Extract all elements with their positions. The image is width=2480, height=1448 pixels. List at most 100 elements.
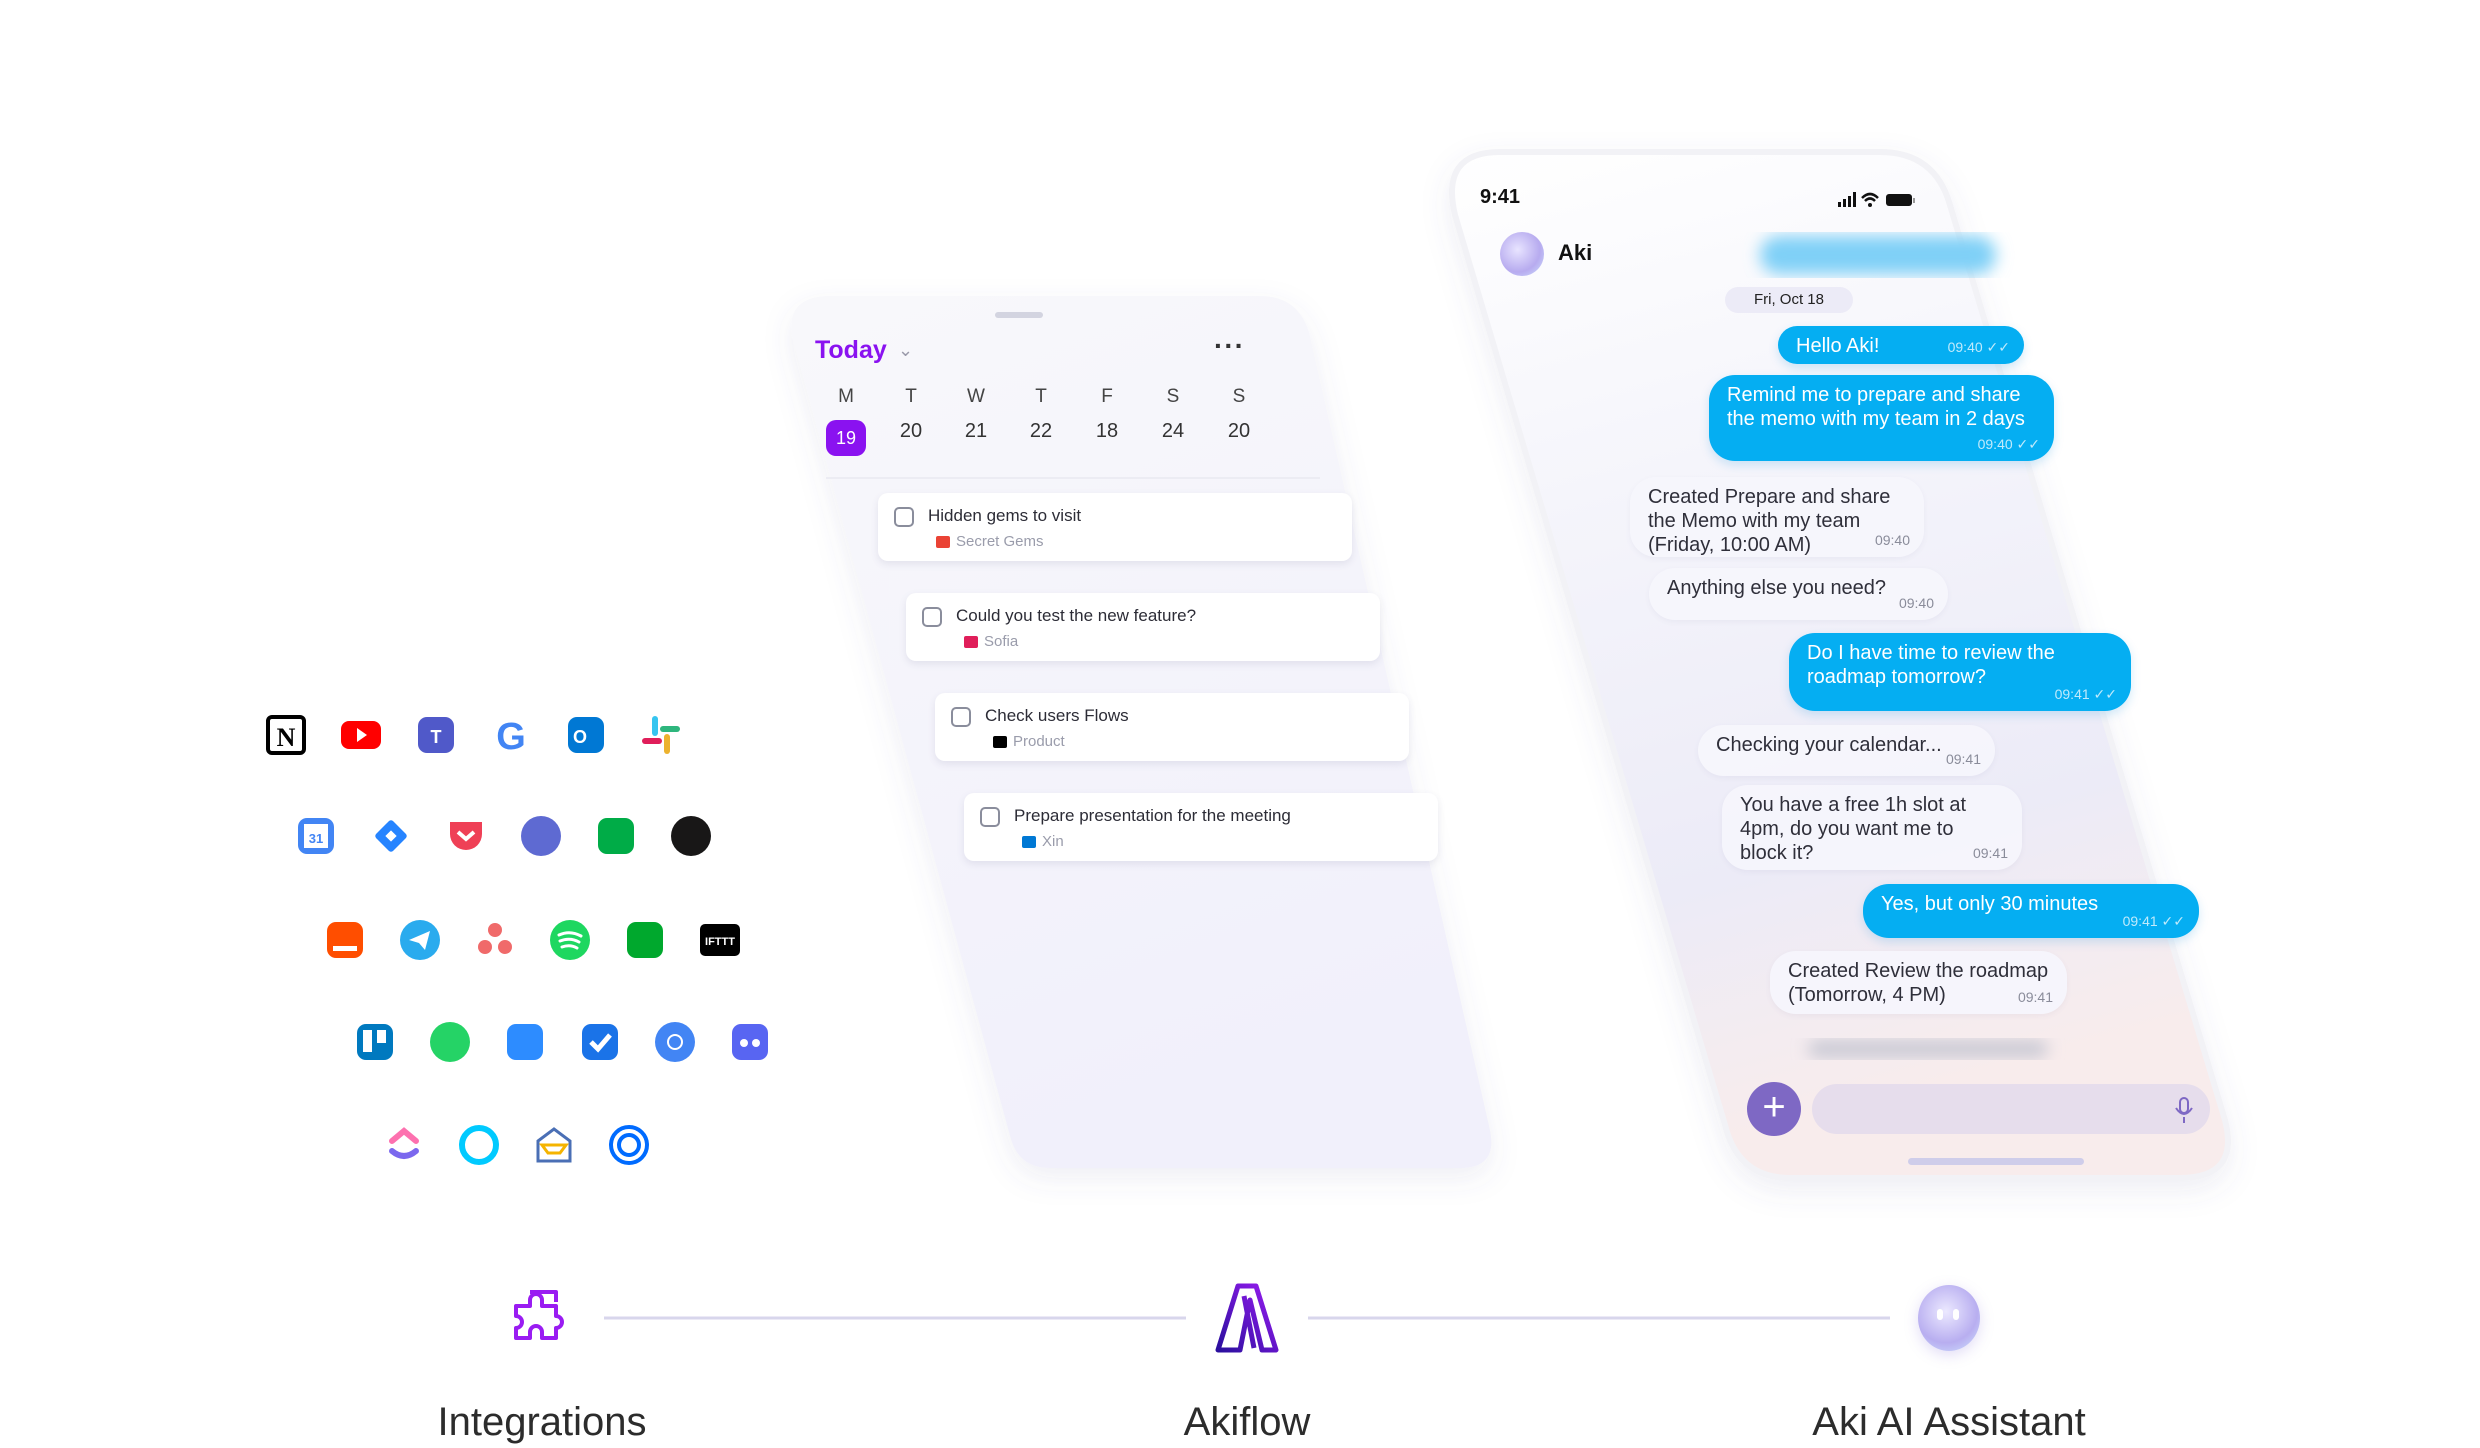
message-text: Remind me to prepare and share the memo … bbox=[1727, 384, 2025, 430]
google-calendar-icon[interactable]: 31 bbox=[290, 810, 342, 862]
message-time: 09:41 ✓✓ bbox=[2122, 913, 2185, 929]
trello-icon[interactable] bbox=[349, 1016, 401, 1068]
orange-inbox-icon[interactable] bbox=[319, 914, 371, 966]
linear-icon[interactable] bbox=[515, 810, 567, 862]
message-text: Checking your calendar... bbox=[1716, 734, 1942, 756]
google-icon[interactable]: G bbox=[485, 709, 537, 761]
message-time: 09:40 bbox=[1898, 595, 1934, 611]
chevron-down-icon[interactable]: ⌄ bbox=[898, 340, 913, 361]
chrome-glyph bbox=[655, 1022, 695, 1062]
task-check-glyph bbox=[582, 1024, 618, 1060]
task-card[interactable]: Prepare presentation for the meeting Xin bbox=[964, 793, 1438, 861]
task-check-icon[interactable] bbox=[574, 1016, 626, 1068]
spotify-icon[interactable] bbox=[544, 914, 596, 966]
outlook-icon[interactable]: O bbox=[560, 709, 612, 761]
today-title[interactable]: Today bbox=[815, 336, 887, 365]
chrome-icon[interactable] bbox=[649, 1016, 701, 1068]
spotify-glyph bbox=[550, 920, 590, 960]
message-time: 09:40 ✓✓ bbox=[1947, 339, 2010, 355]
home-indicator bbox=[1908, 1158, 2084, 1165]
alexa-icon[interactable] bbox=[453, 1119, 505, 1171]
alexa-glyph bbox=[459, 1125, 499, 1165]
github-icon[interactable] bbox=[665, 810, 717, 862]
message-time: 09:40 bbox=[1874, 532, 1910, 548]
task-title: Check users Flows bbox=[985, 706, 1129, 725]
task-card[interactable]: Check users Flows Product bbox=[935, 693, 1409, 761]
date-cell[interactable]: 20 bbox=[891, 420, 931, 443]
notion-glyph: N bbox=[266, 715, 306, 755]
date-cell[interactable]: 21 bbox=[956, 420, 996, 443]
calendly-icon[interactable] bbox=[603, 1119, 655, 1171]
zoom-icon[interactable] bbox=[499, 1016, 551, 1068]
svg-text:N: N bbox=[277, 723, 296, 752]
task-checkbox[interactable] bbox=[951, 707, 971, 727]
weekday-label: T bbox=[1035, 386, 1047, 407]
message-text: Do I have time to review the roadmap tom… bbox=[1807, 642, 2055, 688]
trello-glyph bbox=[357, 1024, 393, 1060]
github-glyph bbox=[671, 816, 711, 856]
date-cell[interactable]: 20 bbox=[1219, 420, 1259, 443]
microphone-icon[interactable] bbox=[2174, 1096, 2194, 1124]
task-checkbox[interactable] bbox=[894, 507, 914, 527]
jira-glyph bbox=[375, 820, 407, 852]
pocket-icon[interactable] bbox=[440, 810, 492, 862]
message-text: Yes, but only 30 minutes bbox=[1881, 893, 2099, 915]
task-checkbox[interactable] bbox=[922, 607, 942, 627]
message-text: Hello Aki! bbox=[1796, 335, 1880, 357]
task-checkbox[interactable] bbox=[980, 807, 1000, 827]
svg-text:31: 31 bbox=[309, 831, 323, 846]
telegram-icon[interactable] bbox=[394, 914, 446, 966]
svg-text:G: G bbox=[496, 716, 526, 758]
akiflow-logo-icon bbox=[1215, 1283, 1279, 1353]
tasks-grab-handle bbox=[995, 312, 1043, 318]
date-cell[interactable]: 18 bbox=[1087, 420, 1127, 443]
selected-date[interactable]: 19 bbox=[826, 420, 866, 456]
aki-avatar[interactable] bbox=[1500, 232, 1544, 276]
google-meet-glyph bbox=[598, 818, 634, 854]
date-pill: Fri, Oct 18 bbox=[1725, 287, 1853, 313]
jira-icon[interactable] bbox=[365, 810, 417, 862]
calendly-glyph bbox=[609, 1125, 649, 1165]
blurred-typing-text bbox=[1808, 1040, 2048, 1058]
microsoft-teams-icon[interactable]: T bbox=[410, 709, 462, 761]
email-client-icon[interactable] bbox=[528, 1119, 580, 1171]
ifttt-icon[interactable]: IFTTT bbox=[694, 914, 746, 966]
task-source-label: Sofia bbox=[984, 633, 1019, 650]
task-card[interactable]: Hidden gems to visit Secret Gems bbox=[878, 493, 1352, 561]
asana-icon[interactable] bbox=[469, 914, 521, 966]
weekday-label: W bbox=[967, 386, 985, 407]
weekday-label: F bbox=[1101, 386, 1113, 407]
add-attachment-button[interactable]: + bbox=[1747, 1082, 1801, 1136]
discord-icon[interactable] bbox=[724, 1016, 776, 1068]
status-icons bbox=[1838, 190, 1918, 215]
slack-icon[interactable] bbox=[635, 709, 687, 761]
message-time: 09:41 ✓✓ bbox=[2054, 686, 2117, 702]
more-options-icon[interactable]: ··· bbox=[1214, 330, 1245, 362]
step-label-integrations: Integrations bbox=[437, 1400, 647, 1444]
task-card[interactable]: Could you test the new feature? Sofia bbox=[906, 593, 1380, 661]
plus-icon: + bbox=[1762, 1085, 1786, 1129]
google-meet-icon[interactable] bbox=[590, 810, 642, 862]
user-message: Yes, but only 30 minutes 09:41 ✓✓ bbox=[1863, 884, 2199, 938]
message-input[interactable] bbox=[1812, 1084, 2210, 1134]
slack-glyph bbox=[642, 716, 680, 754]
puzzle-icon bbox=[514, 1290, 564, 1340]
date-cell[interactable]: 22 bbox=[1021, 420, 1061, 443]
asana-glyph bbox=[478, 923, 512, 954]
assistant-message: Checking your calendar... 09:41 bbox=[1698, 725, 1995, 776]
task-title: Prepare presentation for the meeting bbox=[1014, 806, 1291, 825]
svg-text:O: O bbox=[573, 727, 587, 747]
notion-icon[interactable]: N bbox=[260, 709, 312, 761]
youtube-icon[interactable] bbox=[335, 709, 387, 761]
evernote-icon[interactable] bbox=[619, 914, 671, 966]
whatsapp-icon[interactable] bbox=[424, 1016, 476, 1068]
user-message: Do I have time to review the roadmap tom… bbox=[1789, 633, 2131, 711]
message-text: Created Review the roadmap (Tomorrow, 4 … bbox=[1788, 960, 2049, 1006]
message-time: 09:41 bbox=[1945, 751, 1981, 767]
assistant-message: You have a free 1h slot at 4pm, do you w… bbox=[1722, 785, 2022, 870]
date-cell[interactable]: 24 bbox=[1153, 420, 1193, 443]
task-source-label: Product bbox=[1013, 733, 1065, 750]
step-label-aki-ai-assistant: Aki AI Assistant bbox=[1812, 1400, 2086, 1444]
evernote-glyph bbox=[627, 922, 663, 958]
clickup-icon[interactable] bbox=[378, 1119, 430, 1171]
